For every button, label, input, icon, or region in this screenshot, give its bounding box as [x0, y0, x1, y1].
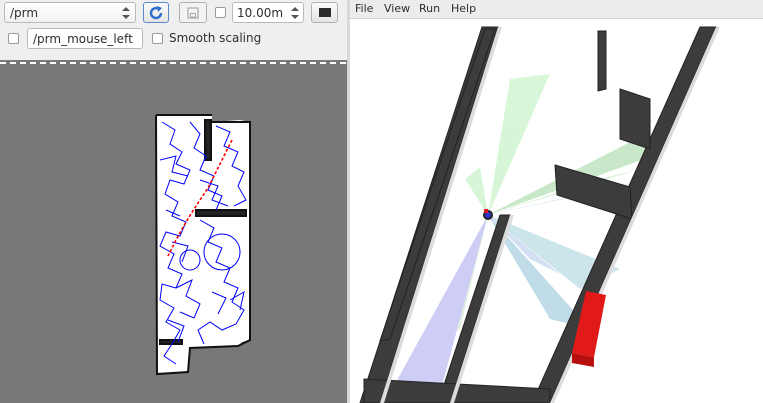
topic-select[interactable]: /prm — [4, 2, 136, 23]
mouse-topic-input-value: /prm_mouse_left — [33, 32, 133, 46]
scale-input[interactable]: 10.00m — [232, 2, 304, 23]
menu-help[interactable]: Help — [451, 2, 476, 16]
stop-button[interactable] — [311, 2, 338, 23]
simulation-3d-view[interactable] — [350, 19, 763, 403]
combo-arrows-icon — [122, 7, 130, 19]
scale-checkbox[interactable] — [215, 7, 226, 18]
occupancy-map-view[interactable] — [0, 60, 347, 403]
simulator-panel: File View Run Help — [350, 0, 763, 403]
menu-run[interactable]: Run — [419, 2, 440, 16]
menu-view[interactable]: View — [384, 2, 410, 16]
menu-file[interactable]: File — [355, 2, 373, 16]
mouse-topic-checkbox[interactable] — [8, 33, 19, 44]
mouse-topic-input[interactable]: /prm_mouse_left — [27, 28, 143, 49]
smooth-scaling-checkbox[interactable] — [152, 33, 163, 44]
refresh-icon — [149, 5, 163, 19]
map-viewer-panel: /prm 10.00m /prm_mouse_left Smooth scali… — [0, 0, 347, 403]
menu-bar: File View Run Help — [350, 0, 763, 19]
refresh-button[interactable] — [143, 2, 169, 23]
stop-icon — [318, 8, 331, 17]
smooth-scaling-label: Smooth scaling — [169, 31, 262, 45]
save-button[interactable] — [179, 2, 207, 23]
topic-select-value: /prm — [10, 6, 39, 20]
save-icon — [187, 6, 199, 19]
spinner-arrows-icon[interactable] — [291, 6, 299, 20]
scale-input-value: 10.00m — [237, 6, 284, 20]
occupancy-map — [0, 62, 347, 376]
